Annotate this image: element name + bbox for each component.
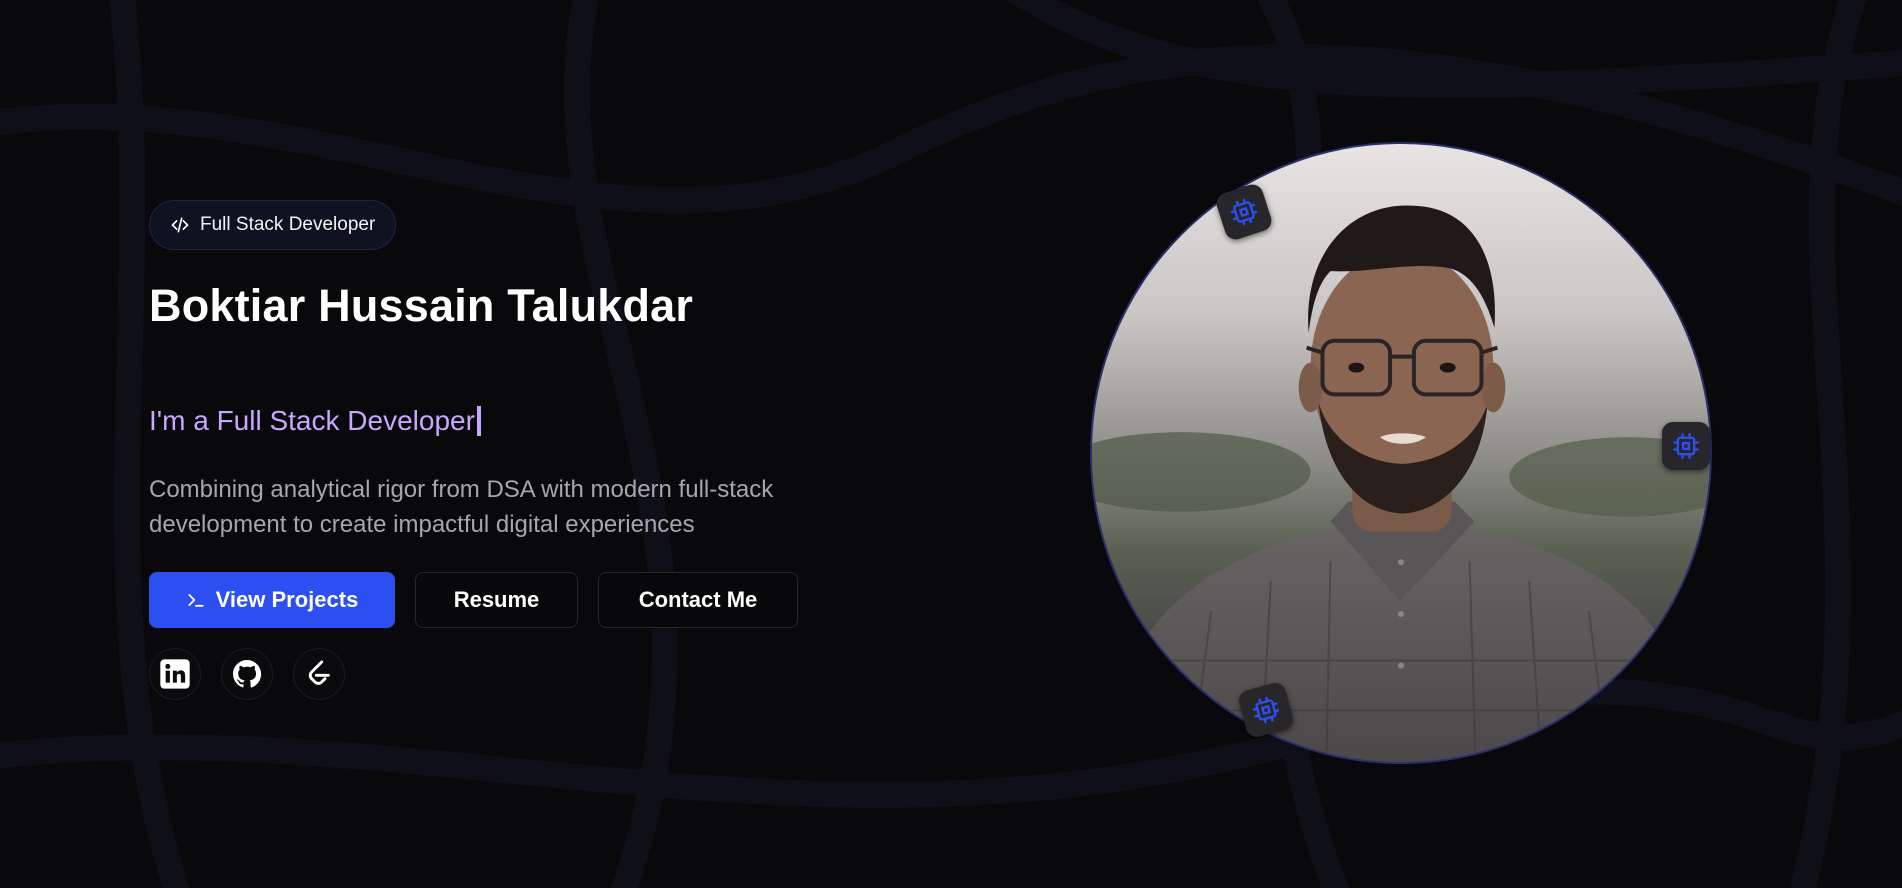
role-badge-label: Full Stack Developer (200, 214, 376, 235)
github-link[interactable] (221, 648, 273, 700)
role-badge: Full Stack Developer (149, 200, 397, 250)
cpu-chip-icon (1230, 198, 1258, 226)
leetcode-icon (308, 660, 330, 685)
cpu-chip-icon (1252, 696, 1280, 724)
typed-tagline: I'm a Full Stack Developer (149, 405, 481, 437)
social-links (149, 648, 345, 700)
cta-buttons: View Projects Resume Contact Me (149, 572, 798, 628)
chip-badge-right (1662, 422, 1710, 470)
linkedin-link[interactable] (149, 648, 201, 700)
typing-caret (476, 406, 481, 436)
profile-photo-container (1090, 142, 1712, 764)
github-icon (233, 660, 262, 688)
linkedin-icon (160, 659, 190, 689)
profile-portrait (1092, 205, 1710, 762)
contact-button[interactable]: Contact Me (598, 572, 798, 628)
view-projects-label: View Projects (215, 587, 359, 612)
view-projects-button[interactable]: View Projects (149, 572, 395, 628)
terminal-icon (188, 594, 204, 607)
code-icon (171, 217, 189, 233)
typed-tagline-text: I'm a Full Stack Developer (149, 405, 475, 436)
resume-button[interactable]: Resume (415, 572, 578, 628)
page-title: Boktiar Hussain Talukdar (149, 280, 694, 331)
cpu-chip-icon (1673, 433, 1699, 459)
profile-photo (1090, 142, 1712, 764)
contact-label: Contact Me (638, 587, 758, 612)
hero-content: Full Stack Developer Boktiar Hussain Tal… (149, 200, 849, 700)
leetcode-link[interactable] (293, 648, 345, 700)
hero-description: Combining analytical rigor from DSA with… (149, 476, 774, 538)
resume-label: Resume (453, 587, 540, 612)
